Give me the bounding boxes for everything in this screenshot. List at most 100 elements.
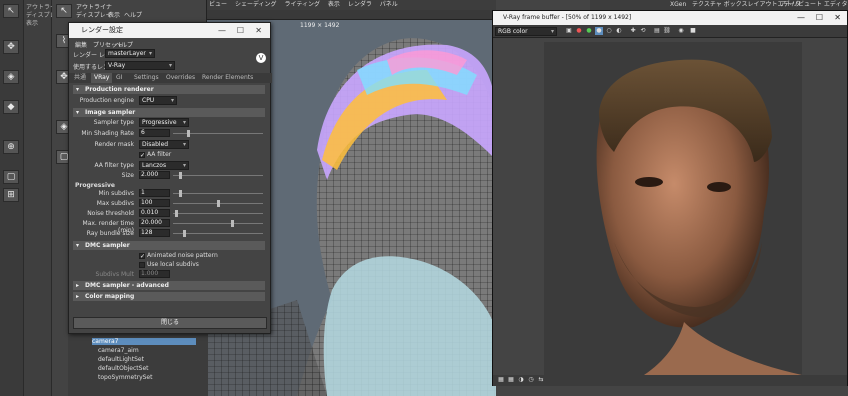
- max-subdivs-slider[interactable]: [173, 200, 263, 207]
- xgen-tab[interactable]: XGen: [670, 0, 686, 10]
- aa-filter-type-label: AA filter type: [94, 162, 134, 169]
- panel-menu-help[interactable]: ヘルプ: [124, 10, 142, 19]
- animated-noise-label: Animated noise pattern: [147, 252, 218, 259]
- rotate-tool-icon[interactable]: ◈: [3, 70, 19, 84]
- link-icon[interactable]: ⛓: [663, 27, 671, 35]
- slider-knob[interactable]: [217, 200, 220, 207]
- tab-settings[interactable]: Settings: [131, 73, 162, 83]
- slider-knob[interactable]: [179, 172, 182, 179]
- render-icon[interactable]: ◉: [677, 27, 685, 35]
- tab-common[interactable]: 共通: [71, 73, 89, 83]
- last-tool-icon[interactable]: ⊕: [3, 140, 19, 154]
- outliner-item-camera7[interactable]: camera7: [92, 338, 196, 345]
- track-mouse-icon[interactable]: ⟲: [639, 27, 647, 35]
- min-shading-rate-slider[interactable]: [173, 130, 263, 137]
- compare-icon[interactable]: ⇆: [537, 376, 545, 384]
- close-button[interactable]: 閉じる: [73, 317, 267, 329]
- srgb-icon[interactable]: ◑: [517, 376, 525, 384]
- close-icon[interactable]: ✕: [255, 23, 262, 38]
- red-channel-icon[interactable]: ●: [575, 27, 583, 35]
- color-correction-icon[interactable]: ▦: [497, 376, 505, 384]
- save-icon[interactable]: ▣: [565, 27, 573, 35]
- layout-four-icon[interactable]: ⊞: [3, 188, 19, 202]
- vp-menu-show[interactable]: 表示: [328, 1, 340, 8]
- green-channel-icon[interactable]: ●: [585, 27, 593, 35]
- section-production-renderer[interactable]: Production renderer: [73, 85, 265, 94]
- section-color-mapping[interactable]: Color mapping: [73, 292, 265, 301]
- scale-tool-icon[interactable]: ◆: [3, 100, 19, 114]
- vp-menu-lighting[interactable]: ライティング: [284, 1, 320, 8]
- maximize-icon[interactable]: ☐: [816, 11, 823, 25]
- vp-menu-view[interactable]: ビュー: [209, 1, 227, 8]
- min-subdivs-field[interactable]: 1: [139, 189, 170, 197]
- attribute-editor-tab[interactable]: アトリビュート エディタ: [780, 0, 848, 10]
- rs-menu-edit[interactable]: 編集: [75, 40, 87, 49]
- minimize-icon[interactable]: —: [797, 11, 805, 25]
- right-top-bar: XGen テクスチャ ボックスレイアウトエディタ アトリビュート エディタ: [590, 0, 848, 10]
- section-dmc-sampler[interactable]: DMC sampler: [73, 241, 265, 250]
- min-subdivs-slider[interactable]: [173, 190, 263, 197]
- select-tool-icon[interactable]: ↖: [3, 4, 19, 18]
- select-tool-icon[interactable]: ↖: [56, 4, 72, 18]
- section-image-sampler[interactable]: Image sampler: [73, 108, 265, 117]
- ray-bundle-size-slider[interactable]: [173, 230, 263, 237]
- viewport-toolbar[interactable]: [207, 10, 496, 20]
- tab-gi[interactable]: GI: [113, 73, 125, 83]
- slider-knob[interactable]: [179, 190, 182, 197]
- size-field[interactable]: 2.000: [139, 171, 170, 179]
- section-dmc-advanced[interactable]: DMC sampler - advanced: [73, 281, 265, 290]
- size-slider[interactable]: [173, 172, 263, 179]
- ray-bundle-size-field[interactable]: 128: [139, 229, 170, 237]
- max-subdivs-field[interactable]: 100: [139, 199, 170, 207]
- close-icon[interactable]: ✕: [834, 11, 841, 25]
- minimize-icon[interactable]: —: [218, 23, 226, 38]
- channel-dropdown[interactable]: RGB color: [495, 27, 557, 36]
- max-subdivs-label: Max subdivs: [96, 200, 134, 207]
- lut-icon[interactable]: ▦: [507, 376, 515, 384]
- outliner-item-camera7-aim[interactable]: camera7_aim: [98, 347, 139, 354]
- vp-menu-shading[interactable]: シェーディング: [235, 1, 277, 8]
- vp-menu-panels[interactable]: パネル: [380, 1, 398, 8]
- slider-knob[interactable]: [175, 210, 178, 217]
- maximize-icon[interactable]: ☐: [237, 23, 244, 38]
- clear-image-icon[interactable]: ✚: [629, 27, 637, 35]
- max-render-time-slider[interactable]: [173, 220, 263, 227]
- vp-menu-renderer[interactable]: レンダラ: [348, 1, 372, 8]
- stop-render-icon[interactable]: ■: [689, 27, 697, 35]
- render-mask-dropdown[interactable]: Disabled: [139, 140, 189, 149]
- sampler-type-dropdown[interactable]: Progressive: [139, 118, 189, 127]
- blue-channel-icon[interactable]: ●: [595, 27, 603, 35]
- history-icon[interactable]: ◷: [527, 376, 535, 384]
- render-layer-dropdown[interactable]: masterLayer: [105, 49, 155, 58]
- slider-knob[interactable]: [231, 220, 234, 227]
- tab-render-elements[interactable]: Render Elements: [199, 73, 256, 83]
- alpha-channel-icon[interactable]: ○: [605, 27, 613, 35]
- panel-menu-show[interactable]: 表示: [108, 10, 120, 19]
- tab-overrides[interactable]: Overrides: [163, 73, 198, 83]
- animated-noise-checkbox[interactable]: ✓ Animated noise pattern: [139, 252, 218, 259]
- max-render-time-field[interactable]: 20.000: [139, 219, 170, 227]
- outliner-item-default-object-set[interactable]: defaultObjectSet: [98, 365, 149, 372]
- outliner-item-topo-symmetry-set[interactable]: topoSymmetrySet: [98, 374, 152, 381]
- layout-single-icon[interactable]: ▢: [3, 170, 19, 184]
- noise-threshold-slider[interactable]: [173, 210, 263, 217]
- aa-filter-checkbox[interactable]: ✓ AA filter: [139, 151, 171, 158]
- vfb-titlebar[interactable]: V-Ray frame buffer - [50% of 1199 x 1492…: [493, 11, 847, 25]
- move-tool-icon[interactable]: ✥: [3, 40, 19, 54]
- render-settings-titlebar[interactable]: レンダー設定 — ☐ ✕: [69, 23, 270, 38]
- tab-vray[interactable]: VRay: [91, 73, 113, 83]
- noise-threshold-field[interactable]: 0.010: [139, 209, 170, 217]
- mono-icon[interactable]: ◐: [615, 27, 623, 35]
- noise-threshold-label: Noise threshold: [87, 210, 134, 217]
- renderer-dropdown[interactable]: V-Ray: [105, 61, 175, 70]
- slider-knob[interactable]: [187, 130, 190, 137]
- use-local-subdivs-checkbox[interactable]: Use local subdivs: [139, 261, 199, 268]
- production-engine-dropdown[interactable]: CPU: [139, 96, 177, 105]
- aa-filter-type-dropdown[interactable]: Lanczos: [139, 161, 189, 170]
- min-shading-rate-field[interactable]: 6: [139, 129, 170, 137]
- rs-menu-help[interactable]: ヘルプ: [115, 40, 133, 49]
- panel-menu-display[interactable]: ディスプレイ: [76, 10, 112, 19]
- outliner-item-default-light-set[interactable]: defaultLightSet: [98, 356, 144, 363]
- region-render-icon[interactable]: ▤: [653, 27, 661, 35]
- slider-knob[interactable]: [183, 230, 186, 237]
